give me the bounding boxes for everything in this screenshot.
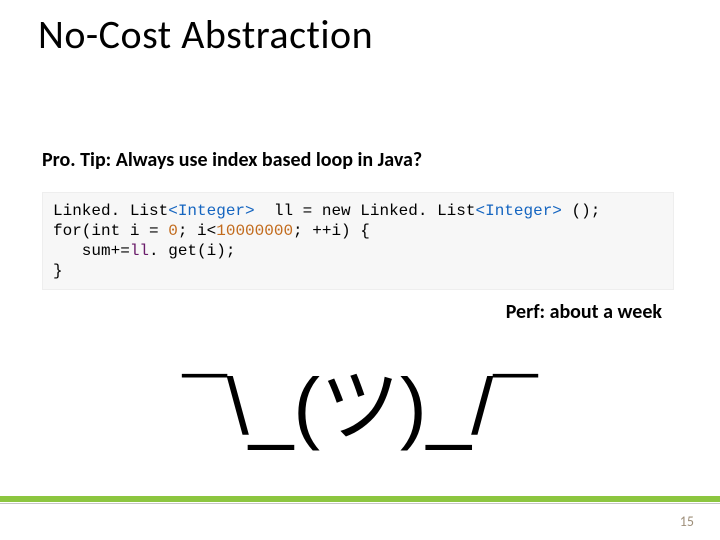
slide: No-Cost Abstraction Pro. Tip: Always use… bbox=[0, 0, 720, 540]
code-token: 0 bbox=[168, 222, 178, 240]
code-token: } bbox=[53, 262, 63, 280]
subtitle: Pro. Tip: Always use index based loop in… bbox=[42, 148, 422, 172]
code-token: ll bbox=[130, 242, 149, 260]
code-token: Linked. List bbox=[53, 202, 168, 220]
code-token: . get(i); bbox=[149, 242, 235, 260]
accent-underline bbox=[0, 503, 720, 504]
code-token: sum+= bbox=[53, 242, 130, 260]
code-token: ll = new bbox=[255, 202, 361, 220]
code-token: for(int i = bbox=[53, 222, 168, 240]
code-token: Linked. List bbox=[360, 202, 475, 220]
perf-note: Perf: about a week bbox=[506, 300, 662, 324]
code-block: Linked. List<Integer> ll = new Linked. L… bbox=[42, 192, 674, 290]
code-token: <Integer> bbox=[168, 202, 254, 220]
code-token: ; i< bbox=[178, 222, 216, 240]
code-token: <Integer> bbox=[475, 202, 561, 220]
code-token: ; ++i) { bbox=[293, 222, 370, 240]
shrug-emoticon: ¯\_(ツ)_/¯ bbox=[0, 342, 720, 458]
page-number: 15 bbox=[680, 513, 694, 530]
code-token: (); bbox=[562, 202, 600, 220]
accent-bar bbox=[0, 496, 720, 502]
code-token: 10000000 bbox=[216, 222, 293, 240]
page-title: No-Cost Abstraction bbox=[38, 10, 373, 59]
